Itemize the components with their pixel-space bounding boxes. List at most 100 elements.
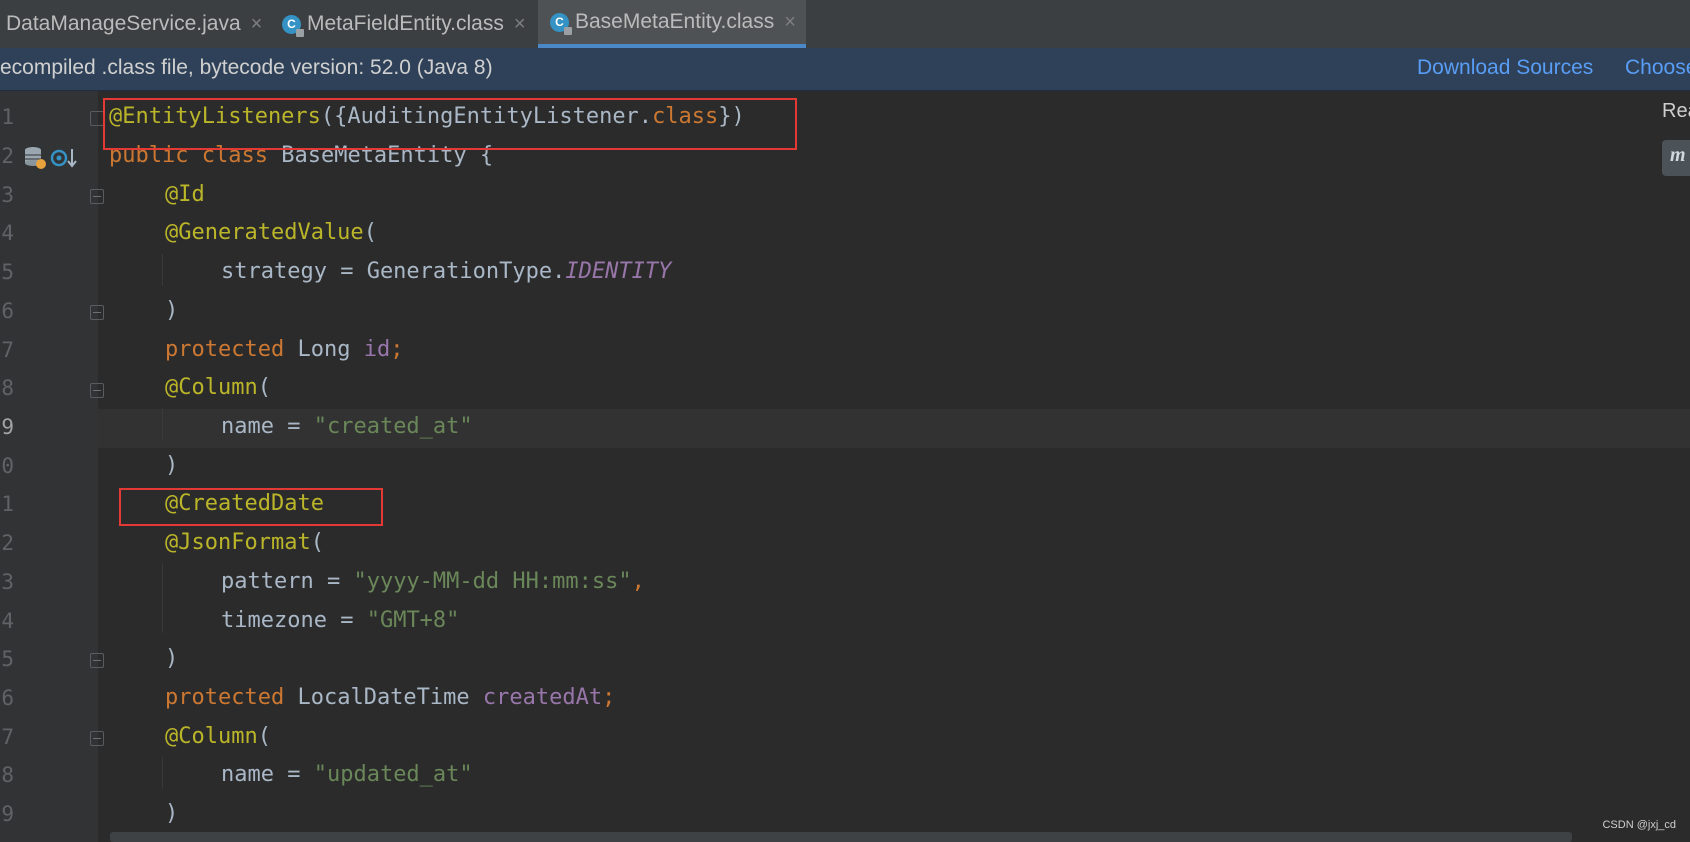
field-name: createdAt [482,685,603,710]
line-number: 8 [1,376,14,400]
database-entity-icon[interactable] [22,145,48,171]
highlight-box-entity-listeners [103,98,797,150]
type-name: Long [297,337,351,362]
annotation: @GeneratedValue [165,220,364,245]
implemented-by-icon[interactable] [50,145,78,171]
line-number: 8 [1,763,14,787]
class-file-icon: C [282,14,304,37]
indent-guide [162,563,163,633]
line-number: 7 [1,338,14,362]
highlight-box-created-date [119,488,383,526]
field-name: id [363,337,391,362]
indent-guide [162,254,163,286]
string-literal: "GMT+8" [366,608,460,633]
code-line-7: protected Long id; [165,337,403,362]
tab-metafieldentity[interactable]: C MetaFieldEntity.class × [282,0,536,48]
choose-sources-link[interactable]: Choose [1625,56,1690,80]
line-number: 1 [1,492,14,516]
code-line-6: ) [165,298,178,323]
line-number: 9 [1,802,14,826]
code-line-5: strategy = GenerationType.IDENTITY [221,259,671,284]
code-text: ) [165,801,179,826]
fold-marker[interactable] [90,305,104,320]
code-text: timezone = [221,608,367,633]
close-icon[interactable]: × [784,11,796,34]
annotation: @JsonFormat [165,530,311,555]
editor-tab-bar: DataManageService.java × C MetaFieldEnti… [0,0,1690,49]
code-line-4: @GeneratedValue( [165,220,377,245]
code-line-17: @Column( [165,724,271,749]
download-sources-link[interactable]: Download Sources [1417,56,1593,80]
line-number: 0 [1,454,14,478]
annotation: @Column [165,375,258,400]
code-text: strategy = GenerationType. [221,259,566,284]
line-number: 1 [1,105,14,129]
comma: , [631,569,645,594]
annotation: @Column [165,724,258,749]
tab-datamanageservice[interactable]: DataManageService.java × [6,0,268,48]
code-line-10: ) [165,453,178,478]
string-literal: "updated_at" [313,762,473,787]
semicolon: ; [390,337,404,362]
code-line-13: pattern = "yyyy-MM-dd HH:mm:ss", [221,569,645,594]
fold-marker[interactable] [90,111,104,126]
code-text: ) [165,453,179,478]
horizontal-scrollbar[interactable] [110,832,1572,842]
code-line-18: name = "updated_at" [221,762,473,787]
code-text: ( [310,530,324,555]
code-text: ) [165,298,179,323]
line-number: 2 [1,144,14,168]
line-number: 3 [1,183,14,207]
code-line-14: timezone = "GMT+8" [221,608,459,633]
fold-marker[interactable] [90,653,104,668]
tab-label: MetaFieldEntity.class [307,12,504,35]
annotation: @Id [165,182,205,207]
indent-guide [162,408,163,440]
line-number: 2 [1,531,14,555]
line-number: 4 [1,609,14,633]
code-text: ( [257,724,271,749]
code-text: ( [363,220,377,245]
code-text: pattern = [221,569,354,594]
editor-gutter [0,91,98,842]
line-number: 5 [1,647,14,671]
watermark: CSDN @jxj_cd [1602,819,1676,831]
code-line-9: name = "created_at" [221,414,473,439]
close-icon[interactable]: × [514,13,526,36]
type-name: LocalDateTime [297,685,470,710]
reader-mode-label[interactable]: Rea [1662,100,1690,123]
line-number: 3 [1,570,14,594]
class-file-icon: C [550,12,572,35]
code-line-16: protected LocalDateTime createdAt; [165,685,615,710]
line-number: 5 [1,260,14,284]
code-line-3: @Id [165,182,205,207]
indent-guide [162,757,163,789]
code-text: name = [221,762,314,787]
line-number: 7 [1,725,14,749]
fold-marker[interactable] [90,383,104,398]
semicolon: ; [602,685,616,710]
close-icon[interactable]: × [251,13,263,36]
fold-marker[interactable] [90,731,104,746]
code-text: ) [165,646,179,671]
line-number: 6 [1,299,14,323]
tab-label: DataManageService.java [6,12,241,35]
keyword: protected [165,337,285,362]
maven-icon[interactable]: m [1662,140,1690,176]
keyword: protected [165,685,285,710]
string-literal: "created_at" [313,414,473,439]
decompiled-info-bar: ecompiled .class file, bytecode version:… [0,48,1690,91]
code-line-15: ) [165,646,178,671]
code-line-19: ) [165,801,178,826]
decompiled-message: ecompiled .class file, bytecode version:… [0,56,493,79]
fold-marker[interactable] [90,189,104,204]
code-line-12: @JsonFormat( [165,530,324,555]
line-number: 6 [1,686,14,710]
string-literal: "yyyy-MM-dd HH:mm:ss" [353,569,632,594]
code-text: name = [221,414,314,439]
line-number: 4 [1,221,14,245]
code-line-8: @Column( [165,375,271,400]
enum-constant: IDENTITY [565,259,672,284]
code-text: ( [257,375,271,400]
tab-basemetaentity[interactable]: C BaseMetaEntity.class × [538,0,806,48]
